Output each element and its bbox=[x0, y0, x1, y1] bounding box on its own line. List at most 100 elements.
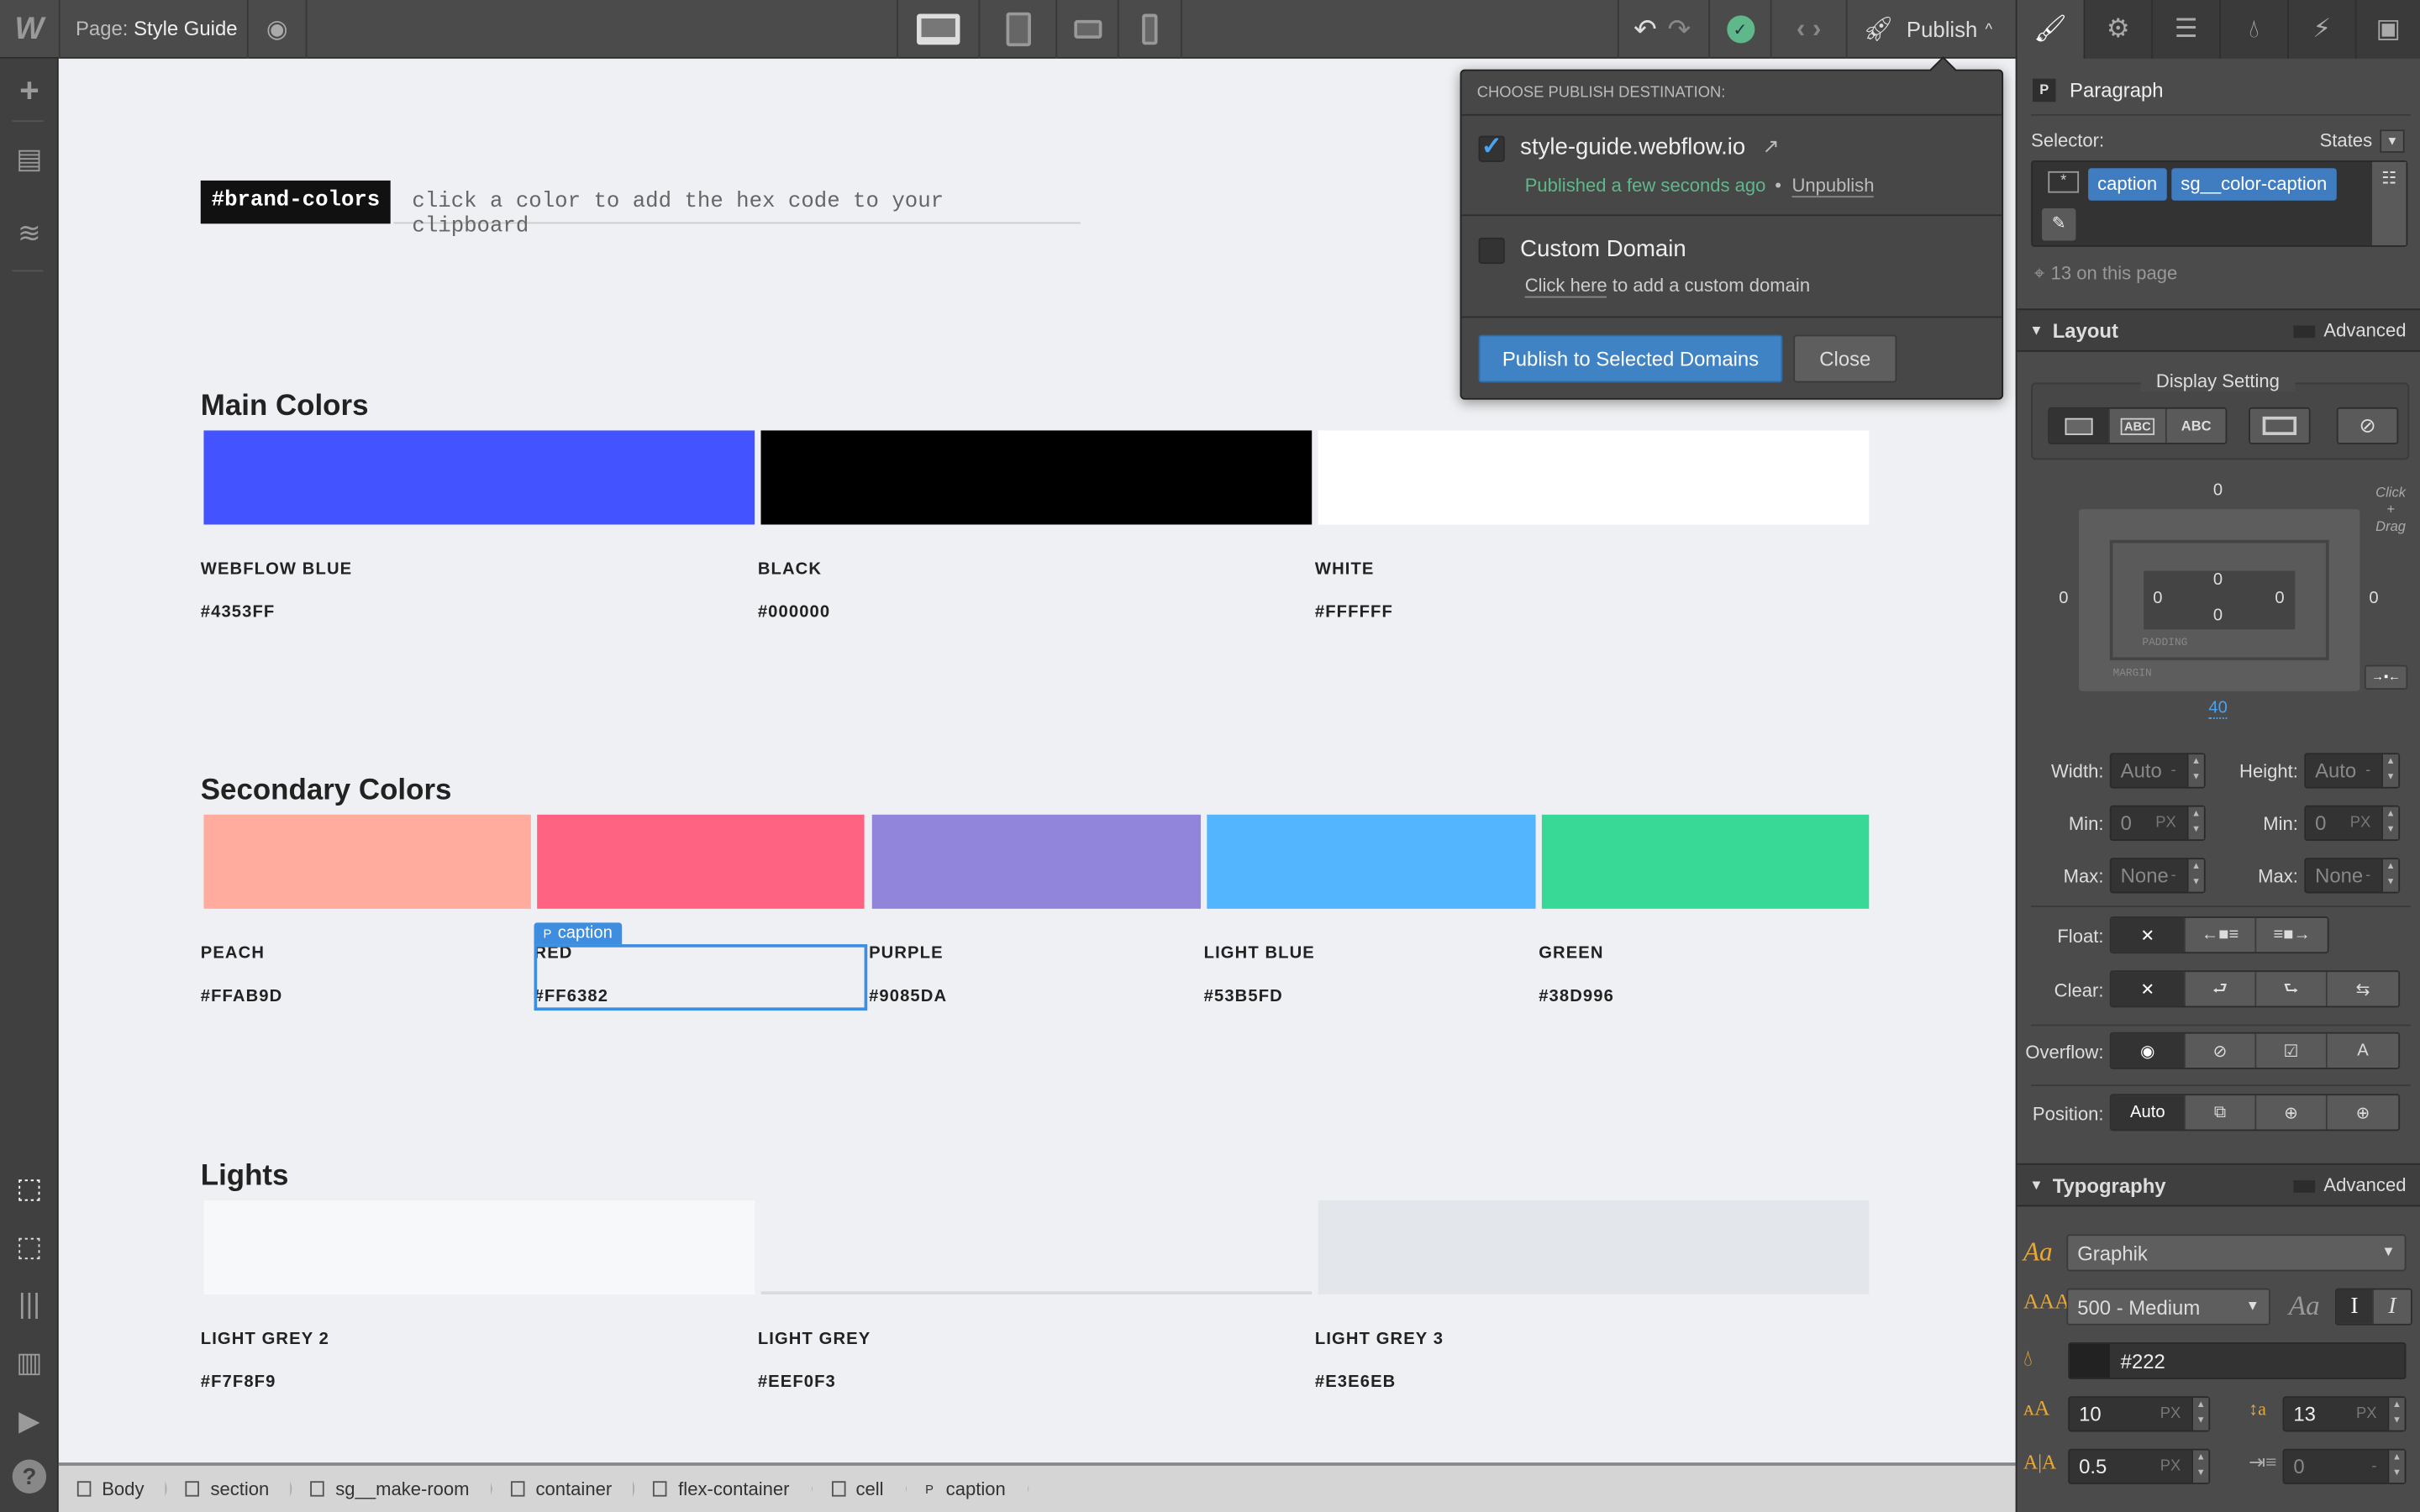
redo-icon[interactable]: ↷ bbox=[1662, 0, 1696, 59]
clear-none-button[interactable]: ✕ bbox=[2112, 972, 2186, 1005]
max-width-input[interactable]: None-▲▼ bbox=[2110, 858, 2206, 893]
publish-selected-button[interactable]: Publish to Selected Domains bbox=[1479, 335, 1783, 383]
close-popup-button[interactable]: Close bbox=[1793, 335, 1897, 383]
tab-swatches-drops-icon[interactable]: 💧︎ bbox=[2221, 0, 2289, 59]
display-block-button[interactable] bbox=[2049, 409, 2110, 443]
grid-preview-icon[interactable]: ||| bbox=[0, 1280, 59, 1326]
device-tablet-icon[interactable] bbox=[980, 0, 1055, 59]
tab-settings-gear-icon[interactable]: ⚙ bbox=[2085, 0, 2153, 59]
line-height-input[interactable]: 13PX▲▼ bbox=[2283, 1396, 2407, 1431]
margin-left-value[interactable]: 0 bbox=[2059, 590, 2068, 608]
webflow-logo-icon[interactable]: W bbox=[0, 0, 59, 59]
selector-field[interactable]: * caption sg__color-caption ✎ ☷ bbox=[2031, 160, 2407, 247]
domain-checkbox[interactable]: ✓ bbox=[1479, 136, 1505, 162]
page-selector[interactable]: Page: Style Guide bbox=[76, 17, 238, 40]
height-input[interactable]: Auto-▲▼ bbox=[2304, 753, 2400, 788]
device-mobile-landscape-icon[interactable] bbox=[1057, 0, 1118, 59]
color-swatch-light-grey[interactable] bbox=[761, 1200, 1313, 1294]
add-element-icon[interactable]: + bbox=[0, 68, 59, 114]
typography-advanced-toggle[interactable]: Advanced bbox=[2293, 1174, 2407, 1196]
color-swatch-black[interactable] bbox=[761, 430, 1313, 524]
pages-icon[interactable]: ▤ bbox=[0, 136, 59, 182]
min-height-input[interactable]: 0PX▲▼ bbox=[2304, 806, 2400, 841]
breadcrumb-item[interactable]: flex-container bbox=[635, 1466, 813, 1512]
selector-menu-icon[interactable]: ☷ bbox=[2372, 162, 2406, 245]
breadcrumb-item[interactable]: sg__make-room bbox=[292, 1466, 492, 1512]
width-input[interactable]: Auto-▲▼ bbox=[2110, 753, 2206, 788]
display-inline-block-button[interactable]: ABC bbox=[2110, 409, 2167, 443]
margin-right-value[interactable]: 0 bbox=[2369, 590, 2378, 608]
text-indent-input[interactable]: 0-▲▼ bbox=[2283, 1449, 2407, 1484]
publish-button[interactable]: 🚀︎ Publish ^ bbox=[1848, 0, 2004, 59]
color-hex[interactable]: #4353FF bbox=[201, 603, 276, 622]
class-tag-caption[interactable]: caption bbox=[2088, 168, 2166, 201]
overflow-auto-icon[interactable]: A bbox=[2328, 1034, 2398, 1068]
custom-domain-checkbox[interactable] bbox=[1479, 238, 1505, 264]
breadcrumb-item[interactable]: cell bbox=[813, 1466, 907, 1512]
layout-advanced-toggle[interactable]: Advanced bbox=[2293, 319, 2407, 341]
display-flex-button[interactable] bbox=[2249, 407, 2310, 444]
color-swatch-red[interactable] bbox=[537, 815, 864, 909]
breadcrumb-item[interactable]: Pcaption bbox=[907, 1466, 1028, 1512]
color-hex[interactable]: #53B5FD bbox=[1204, 988, 1283, 1006]
text-color-input[interactable]: #222 bbox=[2068, 1342, 2406, 1379]
tab-navigator-icon[interactable]: ☰ bbox=[2153, 0, 2221, 59]
color-swatch-light-grey-2[interactable] bbox=[203, 1200, 755, 1294]
color-swatch-purple[interactable] bbox=[872, 815, 1201, 909]
min-width-input[interactable]: 0PX▲▼ bbox=[2110, 806, 2206, 841]
color-swatch-webflow-blue[interactable] bbox=[203, 430, 755, 524]
code-export-icon[interactable]: ‹ › bbox=[1772, 0, 1846, 59]
states-dropdown[interactable]: ▼ bbox=[2380, 129, 2404, 153]
device-mobile-portrait-icon[interactable] bbox=[1119, 0, 1181, 59]
video-tutorials-icon[interactable]: ▶ bbox=[0, 1398, 59, 1444]
padding-top-value[interactable]: 0 bbox=[2213, 571, 2223, 590]
color-swatch-green[interactable] bbox=[1542, 815, 1869, 909]
class-tag-sg-color-caption[interactable]: sg__color-caption bbox=[2171, 168, 2336, 201]
letter-spacing-input[interactable]: 0.5PX▲▼ bbox=[2068, 1449, 2210, 1484]
status-check-icon[interactable]: ✓ bbox=[1710, 0, 1770, 59]
show-outlines-icon[interactable]: ⬚ bbox=[0, 1224, 59, 1270]
tab-assets-images-icon[interactable]: ▣ bbox=[2357, 0, 2420, 59]
help-icon[interactable]: ? bbox=[0, 1453, 59, 1499]
max-height-input[interactable]: None-▲▼ bbox=[2304, 858, 2400, 893]
display-inline-button[interactable]: ABC bbox=[2167, 409, 2226, 443]
float-none-button[interactable]: ✕ bbox=[2112, 918, 2186, 952]
overflow-visible-eye-icon[interactable]: ◉ bbox=[2112, 1034, 2186, 1068]
color-swatch-light-blue[interactable] bbox=[1207, 815, 1535, 909]
edit-pencil-icon[interactable]: ✎ bbox=[2042, 208, 2075, 241]
color-hex[interactable]: #9085DA bbox=[869, 988, 947, 1006]
color-hex[interactable]: #FFAB9D bbox=[201, 988, 283, 1006]
font-size-input[interactable]: 10PX▲▼ bbox=[2068, 1396, 2210, 1431]
position-fixed-icon[interactable]: ⊕ bbox=[2328, 1095, 2398, 1129]
color-hex[interactable]: #F7F8F9 bbox=[201, 1373, 276, 1392]
click-here-link[interactable]: Click here bbox=[1525, 275, 1607, 298]
collapse-margins-icon[interactable]: →▪← bbox=[2365, 665, 2407, 690]
typography-section-header[interactable]: ▼ Typography Advanced bbox=[2018, 1163, 2420, 1206]
color-swatch-light-grey-3[interactable] bbox=[1318, 1200, 1870, 1294]
padding-right-value[interactable]: 0 bbox=[2275, 590, 2284, 608]
font-style-normal-button[interactable]: I bbox=[2337, 1290, 2374, 1324]
font-style-italic-button[interactable]: I bbox=[2374, 1290, 2411, 1324]
clear-right-button[interactable]: ⮑ bbox=[2256, 972, 2327, 1005]
tab-style-brush-icon[interactable]: 🖌︎ bbox=[2018, 0, 2086, 59]
overflow-hidden-icon[interactable]: ⊘ bbox=[2186, 1034, 2256, 1068]
color-hex[interactable]: #38D996 bbox=[1539, 988, 1614, 1006]
unpublish-link[interactable]: Unpublish bbox=[1791, 175, 1874, 198]
tab-interactions-bolt-icon[interactable]: ⚡︎ bbox=[2289, 0, 2357, 59]
breadcrumb-item[interactable]: section bbox=[167, 1466, 292, 1512]
font-weight-select[interactable]: 500 - Medium▼ bbox=[2066, 1289, 2270, 1326]
color-hex[interactable]: #EEF0F3 bbox=[758, 1373, 836, 1392]
float-right-button[interactable]: ≡■→ bbox=[2256, 918, 2327, 952]
display-none-button[interactable]: ⊘ bbox=[2337, 407, 2398, 444]
position-absolute-icon[interactable]: ⊕ bbox=[2256, 1095, 2327, 1129]
preview-eye-icon[interactable]: ◉ bbox=[249, 0, 306, 59]
device-desktop-icon[interactable] bbox=[898, 0, 979, 59]
breadcrumb-item[interactable]: Body bbox=[59, 1466, 167, 1512]
cms-database-icon[interactable]: ≋ bbox=[0, 210, 59, 256]
font-family-select[interactable]: Graphik▼ bbox=[2066, 1234, 2406, 1271]
padding-bottom-value[interactable]: 0 bbox=[2213, 606, 2223, 625]
clear-both-button[interactable]: ⇆ bbox=[2328, 972, 2398, 1005]
color-swatch-white[interactable] bbox=[1318, 430, 1870, 524]
layout-section-header[interactable]: ▼ Layout Advanced bbox=[2018, 308, 2420, 351]
color-hex[interactable]: #E3E6EB bbox=[1315, 1373, 1396, 1392]
